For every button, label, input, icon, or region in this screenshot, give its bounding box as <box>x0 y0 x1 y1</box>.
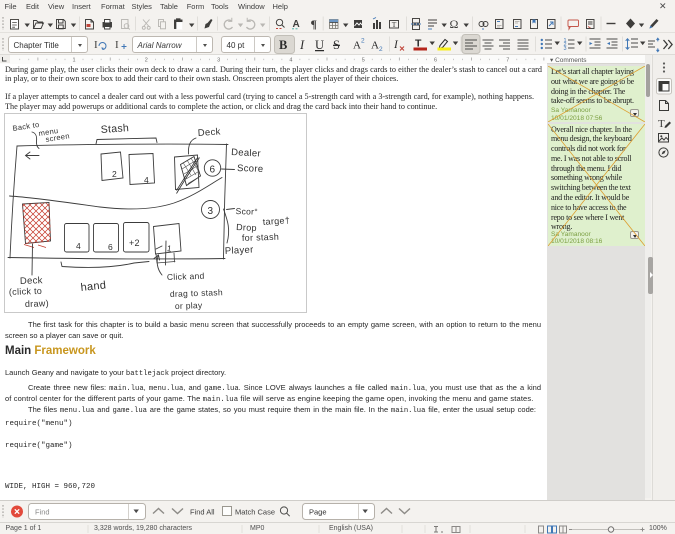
svg-text:for stash: for stash <box>242 232 280 243</box>
svg-text:A: A <box>371 40 379 52</box>
svg-text:U: U <box>315 38 324 52</box>
svg-text:Player: Player <box>225 245 254 257</box>
svg-text:2: 2 <box>361 38 365 45</box>
svg-text:Stash: Stash <box>100 122 129 136</box>
svg-text:A: A <box>353 40 361 52</box>
svg-text:4: 4 <box>289 58 292 64</box>
svg-text:Match Case: Match Case <box>235 508 275 517</box>
svg-text:Click and: Click and <box>167 271 205 282</box>
svg-text:1: 1 <box>73 58 76 64</box>
svg-text:3: 3 <box>564 46 567 52</box>
svg-text:Page: Page <box>309 508 327 517</box>
svg-text:or play: or play <box>175 300 203 311</box>
svg-text:Dealer: Dealer <box>231 147 261 160</box>
svg-text:Ω: Ω <box>450 17 459 31</box>
svg-text:4: 4 <box>76 241 81 251</box>
svg-text:I: I <box>94 39 98 51</box>
svg-text:6: 6 <box>434 58 437 64</box>
svg-text:2: 2 <box>112 169 117 179</box>
svg-text:targe†: targe† <box>262 215 290 227</box>
svg-text:3: 3 <box>217 58 220 64</box>
svg-text:S: S <box>333 38 340 52</box>
svg-text:4: 4 <box>144 175 149 185</box>
svg-text:Find All: Find All <box>190 508 215 517</box>
svg-text:2: 2 <box>379 46 383 53</box>
svg-text:I: I <box>115 39 119 51</box>
svg-text:6: 6 <box>108 242 113 252</box>
svg-text:Deck: Deck <box>197 126 221 139</box>
svg-text:Find: Find <box>35 508 50 517</box>
svg-text:¶: ¶ <box>311 17 317 31</box>
svg-text:drag to stash: drag to stash <box>170 287 223 299</box>
svg-text:draw): draw) <box>25 298 49 309</box>
svg-text:Drop: Drop <box>236 222 257 233</box>
svg-text:7: 7 <box>506 58 509 64</box>
svg-text:3: 3 <box>208 206 214 217</box>
svg-text:(click to: (click to <box>9 286 43 297</box>
svg-text:T: T <box>658 118 665 130</box>
svg-text:I: I <box>299 38 305 52</box>
svg-text:2: 2 <box>145 58 148 64</box>
svg-text:T: T <box>392 20 397 29</box>
svg-text:Score: Score <box>237 163 264 175</box>
svg-text:I: I <box>393 39 399 51</box>
svg-text:B: B <box>279 38 287 52</box>
svg-text:5: 5 <box>362 58 365 64</box>
svg-text:Scor°: Scor° <box>235 206 258 217</box>
svg-text:+2: +2 <box>129 238 140 248</box>
svg-text:6: 6 <box>210 165 216 176</box>
